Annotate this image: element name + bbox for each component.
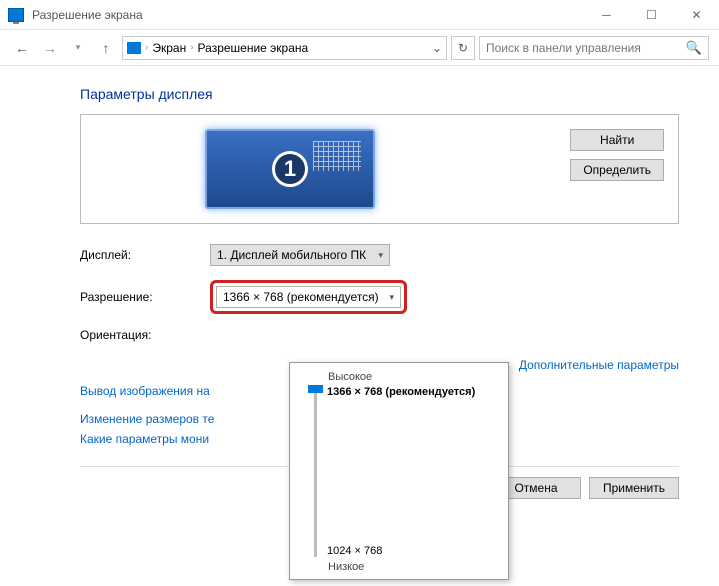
content-area: Параметры дисплея 1 Найти Определить Дис…	[0, 66, 719, 519]
monitor-preview[interactable]: 1	[205, 129, 375, 209]
dropdown-low-label: Низкое	[328, 561, 498, 573]
display-preview-box: 1 Найти Определить	[80, 114, 679, 224]
apply-button[interactable]: Применить	[589, 477, 679, 499]
display-select[interactable]: 1. Дисплей мобильного ПК ▾	[210, 244, 390, 266]
back-button[interactable]: ←	[10, 36, 34, 60]
resolution-highlight: 1366 × 768 (рекомендуется) ▾	[210, 280, 407, 314]
monitor-icon	[127, 42, 141, 54]
display-label: Дисплей:	[80, 248, 210, 262]
forward-button: →	[38, 36, 62, 60]
minimize-button[interactable]: ─	[584, 0, 629, 29]
up-button[interactable]: ↑	[94, 36, 118, 60]
window-controls: ─ ☐ ✕	[584, 0, 719, 29]
search-field[interactable]: 🔍	[479, 36, 709, 60]
search-input[interactable]	[486, 41, 686, 55]
resolution-row: Разрешение: 1366 × 768 (рекомендуется) ▾	[80, 280, 679, 314]
resolution-value: 1366 × 768 (рекомендуется)	[223, 290, 379, 304]
close-button[interactable]: ✕	[674, 0, 719, 29]
breadcrumb-dropdown[interactable]: ⌄	[432, 41, 442, 55]
chevron-right-icon: ›	[145, 42, 148, 53]
chevron-down-icon: ▾	[389, 292, 394, 303]
orientation-label: Ориентация:	[80, 328, 210, 342]
preview-buttons: Найти Определить	[570, 129, 664, 181]
history-dropdown[interactable]: ▾	[66, 36, 90, 60]
maximize-button[interactable]: ☐	[629, 0, 674, 29]
app-icon	[8, 8, 24, 22]
resolution-option-min[interactable]: 1024 × 768	[327, 545, 382, 557]
dropdown-body: 1366 × 768 (рекомендуется) 1024 × 768	[300, 387, 498, 557]
resolution-dropdown-popup: Высокое 1366 × 768 (рекомендуется) 1024 …	[289, 362, 509, 580]
breadcrumb-part1[interactable]: Экран	[152, 41, 186, 55]
dropdown-high-label: Высокое	[328, 371, 498, 383]
resolution-slider-track[interactable]	[314, 387, 317, 557]
advanced-params-link[interactable]: Дополнительные параметры	[519, 358, 679, 372]
display-row: Дисплей: 1. Дисплей мобильного ПК ▾	[80, 244, 679, 266]
hint-prefix[interactable]: Вывод изображения на	[80, 384, 210, 398]
window-title: Разрешение экрана	[32, 8, 584, 22]
resolution-option-max[interactable]: 1366 × 768 (рекомендуется)	[327, 386, 475, 398]
chevron-down-icon: ▾	[378, 250, 383, 261]
search-icon[interactable]: 🔍	[686, 40, 702, 56]
find-button[interactable]: Найти	[570, 129, 664, 151]
chevron-right-icon: ›	[190, 42, 193, 53]
resolution-slider-thumb[interactable]	[308, 385, 323, 393]
refresh-button[interactable]: ↻	[451, 36, 475, 60]
monitor-number: 1	[272, 151, 308, 187]
detect-button[interactable]: Определить	[570, 159, 664, 181]
navbar: ← → ▾ ↑ › Экран › Разрешение экрана ⌄ ↻ …	[0, 30, 719, 66]
breadcrumb-field[interactable]: › Экран › Разрешение экрана ⌄	[122, 36, 447, 60]
orientation-row: Ориентация:	[80, 328, 679, 342]
dropdown-options: 1366 × 768 (рекомендуется) 1024 × 768	[327, 387, 498, 557]
breadcrumb-part2[interactable]: Разрешение экрана	[198, 41, 309, 55]
resolution-select[interactable]: 1366 × 768 (рекомендуется) ▾	[216, 286, 401, 308]
grid-icon	[313, 141, 361, 171]
display-value: 1. Дисплей мобильного ПК	[217, 248, 366, 262]
page-heading: Параметры дисплея	[80, 86, 679, 102]
titlebar: Разрешение экрана ─ ☐ ✕	[0, 0, 719, 30]
resolution-label: Разрешение:	[80, 290, 210, 304]
